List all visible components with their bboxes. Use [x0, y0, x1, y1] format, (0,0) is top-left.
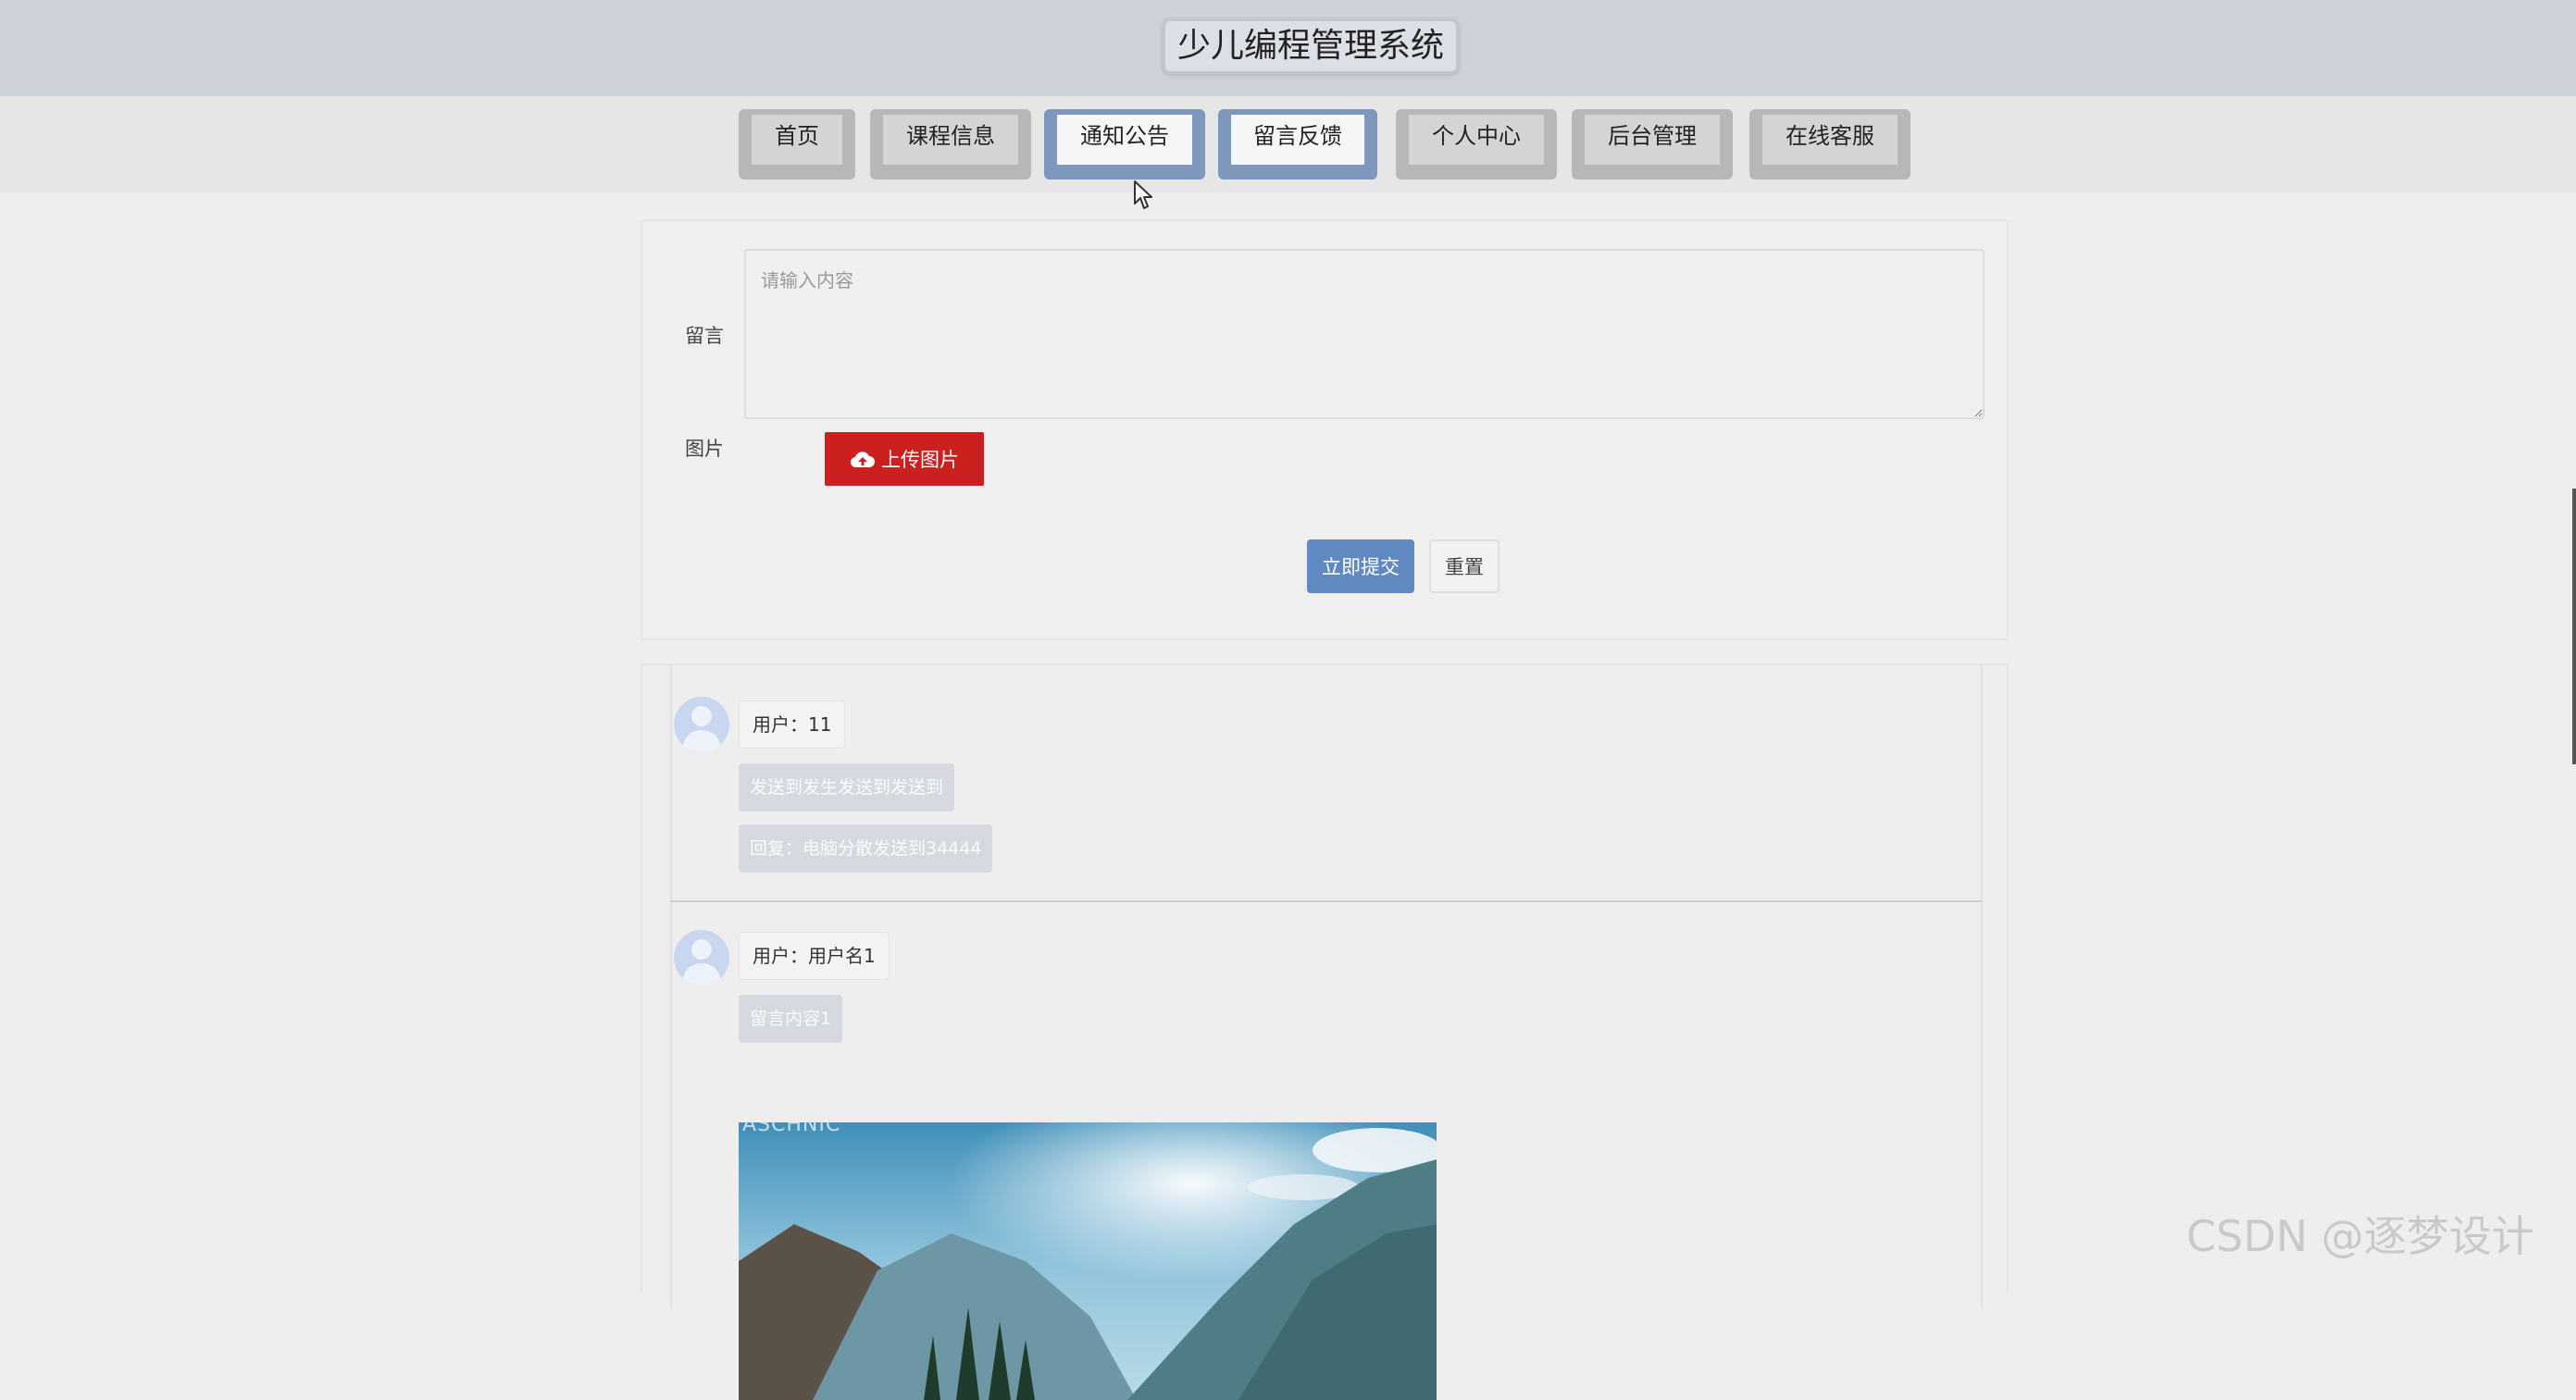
nav-online-service[interactable]: 在线客服 — [1749, 109, 1910, 180]
message-item: 用户：11 发送到发生发送到发送到 回复：电脑分散发送到34444 — [670, 665, 1983, 900]
nav-feedback[interactable]: 留言反馈 — [1218, 109, 1377, 180]
nav-personal-center[interactable]: 个人中心 — [1396, 109, 1557, 180]
csdn-watermark: CSDN @逐梦设计 — [2186, 1211, 2534, 1261]
nav-bar: 首页 课程信息 通知公告 留言反馈 个人中心 后台管理 在线客服 — [0, 96, 2576, 192]
image-watermark-text: ASCHNIC — [742, 1122, 841, 1136]
message-image: ASCHNIC — [739, 1122, 1437, 1400]
submit-button[interactable]: 立即提交 — [1307, 539, 1414, 593]
message-textarea[interactable] — [744, 249, 1985, 419]
upload-image-button[interactable]: 上传图片 — [825, 432, 984, 486]
message-label: 留言 — [685, 325, 724, 347]
nav-courses[interactable]: 课程信息 — [870, 109, 1031, 180]
feedback-form: 留言 图片 上传图片 立即提交 重置 — [641, 219, 2009, 640]
message-item: 用户：用户名1 留言内容1 ASCHNIC — [670, 902, 1983, 1400]
message-content: 留言内容1 — [739, 995, 843, 1043]
mouse-cursor-icon — [1134, 180, 1152, 209]
upload-button-label: 上传图片 — [881, 449, 959, 471]
message-reply: 回复：电脑分散发送到34444 — [739, 824, 993, 873]
nav-notices[interactable]: 通知公告 — [1044, 109, 1205, 180]
cloud-upload-icon — [850, 452, 875, 468]
message-content: 发送到发生发送到发送到 — [739, 763, 955, 812]
scrollbar-thumb[interactable] — [2572, 489, 2576, 764]
image-label: 图片 — [685, 438, 724, 460]
message-list: 用户：11 发送到发生发送到发送到 回复：电脑分散发送到34444 用户：用户名… — [641, 663, 2009, 1400]
user-avatar-icon — [674, 697, 729, 752]
message-username: 用户：用户名1 — [739, 932, 890, 980]
message-username: 用户：11 — [739, 700, 846, 749]
header-bar: 少儿编程管理系统 — [0, 0, 2576, 96]
nav-home[interactable]: 首页 — [739, 109, 855, 180]
user-avatar-icon — [674, 930, 729, 985]
site-title: 少儿编程管理系统 — [1163, 19, 1459, 74]
nav-admin[interactable]: 后台管理 — [1572, 109, 1733, 180]
reset-button[interactable]: 重置 — [1429, 539, 1500, 593]
